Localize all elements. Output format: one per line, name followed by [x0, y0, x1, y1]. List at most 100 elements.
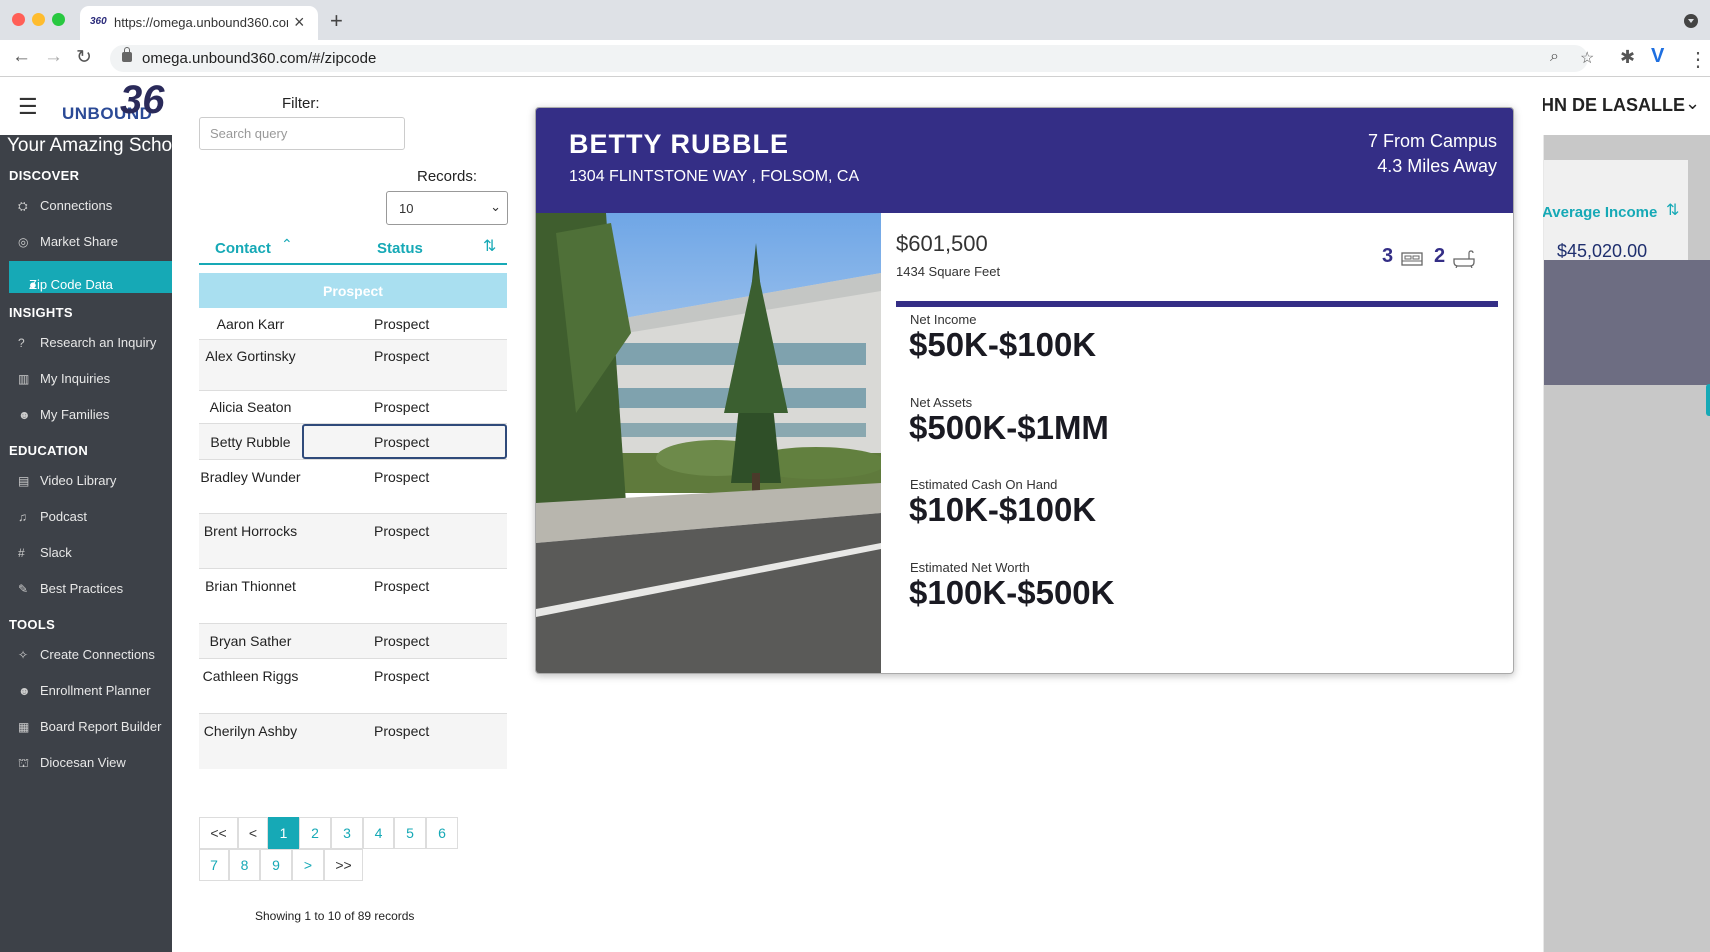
sidebar-item-label: Slack — [40, 545, 72, 560]
address-bar[interactable]: omega.unbound360.com/#/zipcode ⌕ ☆ — [110, 45, 1594, 72]
sidebar-item-my-families[interactable]: ☻ My Families — [18, 407, 109, 422]
window-close-button[interactable] — [12, 13, 25, 26]
contact-name: Betty Rubble — [210, 434, 291, 450]
net-assets-value: $500K-$1MM — [909, 409, 1109, 446]
pagination-page-9[interactable]: 9 — [260, 849, 292, 881]
search-input[interactable] — [199, 117, 405, 150]
property-photo — [536, 213, 881, 673]
contact-name: Cathleen Riggs — [202, 668, 299, 684]
magic-icon: ✧ — [18, 648, 29, 662]
column-header-status[interactable]: Status — [377, 240, 423, 257]
table-row[interactable]: Cathleen Riggs Prospect — [199, 659, 507, 714]
table-row[interactable]: Bryan Sather Prospect — [199, 624, 507, 659]
new-tab-icon[interactable]: + — [330, 8, 343, 34]
records-per-page-select[interactable]: 10 ⌄ — [386, 191, 508, 225]
headphones-icon: ♫ — [18, 510, 27, 524]
sidebar-item-label: Create Connections — [40, 647, 155, 662]
sidebar-item-zip-code-data[interactable]: ● Zip Code Data — [9, 261, 172, 293]
back-arrow-icon[interactable]: ← — [12, 46, 31, 68]
browser-menu-icon[interactable]: ⋮ — [1688, 47, 1708, 72]
pagination-page-4[interactable]: 4 — [363, 817, 394, 849]
bookmark-star-icon[interactable]: ☆ — [1580, 48, 1594, 68]
table-row[interactable]: Bradley Wunder Prospect — [199, 460, 507, 514]
sidebar-item-market-share[interactable]: ◎ Market Share — [18, 234, 118, 249]
tab-title: https://omega.unbound360.com — [114, 15, 288, 30]
side-drawer-tab[interactable] — [1706, 384, 1710, 416]
average-income-header[interactable]: Average Income — [1542, 204, 1657, 221]
window-minimize-button[interactable] — [32, 13, 45, 26]
pagination-page-7[interactable]: 7 — [199, 849, 229, 881]
pagination-page-2[interactable]: 2 — [299, 817, 331, 849]
url-text: omega.unbound360.com/#/zipcode — [142, 50, 377, 67]
sidebar-item-enrollment-planner[interactable]: ☻ Enrollment Planner — [18, 683, 151, 698]
window-maximize-button[interactable] — [52, 13, 65, 26]
school-name: Your Amazing School — [7, 135, 187, 156]
table-row-selected[interactable]: Betty Rubble Prospect — [199, 424, 507, 460]
sidebar-item-board-report-builder[interactable]: ▦ Board Report Builder — [18, 719, 161, 734]
contact-status: Prospect — [374, 469, 430, 485]
chevron-down-icon[interactable]: ⌄ — [1685, 93, 1700, 114]
net-income-value: $50K-$100K — [909, 326, 1097, 363]
forward-arrow-icon[interactable]: → — [44, 46, 63, 68]
table-row[interactable]: Alicia Seaton Prospect — [199, 391, 507, 424]
sort-ascending-icon[interactable]: ⌃ — [281, 236, 293, 253]
contact-status: Prospect — [374, 668, 430, 684]
sidebar-item-podcast[interactable]: ♫ Podcast — [18, 509, 87, 524]
table-row[interactable]: Aaron Karr Prospect — [199, 308, 507, 340]
pagination-page-1[interactable]: 1 — [268, 817, 299, 849]
question-icon: ? — [18, 336, 25, 350]
pagination-page-5[interactable]: 5 — [394, 817, 426, 849]
sort-icon[interactable]: ⇅ — [1666, 200, 1679, 220]
sidebar-item-best-practices[interactable]: ✎ Best Practices — [18, 581, 123, 596]
tab-search-icon[interactable] — [1684, 14, 1698, 28]
net-worth-label: Estimated Net Worth — [910, 560, 1030, 575]
slack-icon: # — [18, 546, 25, 560]
sidebar-item-connections[interactable]: ⛭ Connections — [18, 198, 112, 214]
sidebar-item-label: Video Library — [40, 473, 117, 488]
filter-label: Filter: — [282, 95, 320, 112]
pagination-page-6[interactable]: 6 — [426, 817, 458, 849]
user-name[interactable]: HN DE LASALLE — [1541, 95, 1685, 116]
sidebar-item-diocesan-view[interactable]: ⛫ Diocesan View — [18, 755, 126, 772]
column-header-contact[interactable]: Contact — [215, 240, 271, 257]
contact-name: Alicia Seaton — [209, 399, 292, 415]
reload-icon[interactable]: ↻ — [76, 46, 92, 69]
pagination-next-button[interactable]: > — [292, 849, 324, 881]
net-worth-value: $100K-$500K — [909, 574, 1115, 611]
pagination-last-button[interactable]: >> — [324, 849, 363, 881]
contact-name-title: BETTY RUBBLE — [569, 129, 790, 159]
campus-distance-line2: 4.3 Miles Away — [1377, 156, 1497, 176]
zipcode-modal: Filter: Records: 10 ⌄ Contact ⌃ Status ⇅… — [172, 77, 1543, 952]
bedroom-count: 3 — [1382, 245, 1394, 267]
sort-icon[interactable]: ⇅ — [483, 236, 496, 256]
sidebar-item-slack[interactable]: # Slack — [18, 545, 72, 560]
sidebar-item-research-inquiry[interactable]: ? Research an Inquiry — [18, 335, 156, 350]
sidebar-item-video-library[interactable]: ▤ Video Library — [18, 473, 116, 488]
sidebar-item-create-connections[interactable]: ✧ Create Connections — [18, 647, 155, 662]
users-icon: ☻ — [18, 408, 31, 422]
table-row[interactable]: Brent Horrocks Prospect — [199, 514, 507, 569]
sidebar-item-label: Research an Inquiry — [40, 335, 157, 350]
pagination-prev-button[interactable]: < — [238, 817, 268, 849]
browser-tab[interactable]: 360 https://omega.unbound360.com × — [80, 6, 318, 40]
contact-name: Cherilyn Ashby — [203, 723, 298, 739]
table-row[interactable]: Cherilyn Ashby Prospect — [199, 714, 507, 769]
sidebar-section-education: EDUCATION — [9, 443, 89, 458]
zoom-icon[interactable]: ⌕ — [1550, 48, 1559, 66]
close-tab-icon[interactable]: × — [294, 12, 305, 33]
banner-image — [1544, 260, 1710, 385]
sidebar-item-label: My Families — [40, 407, 110, 422]
sidebar-section-discover: DISCOVER — [9, 168, 80, 183]
pagination-page-8[interactable]: 8 — [229, 849, 260, 881]
sidebar-item-my-inquiries[interactable]: ▥ My Inquiries — [18, 371, 110, 386]
contact-status: Prospect — [374, 316, 430, 332]
hamburger-menu-icon[interactable]: ☰ — [18, 94, 38, 120]
table-row[interactable]: Brian Thionnet Prospect — [199, 569, 507, 624]
vpn-extension-icon[interactable]: V — [1651, 45, 1664, 68]
extensions-icon[interactable]: ✱ — [1620, 47, 1635, 68]
pagination-first-button[interactable]: << — [199, 817, 238, 849]
cash-on-hand-label: Estimated Cash On Hand — [910, 477, 1058, 492]
bathtub-icon — [1453, 250, 1475, 268]
table-row[interactable]: Alex Gortinsky Prospect — [199, 340, 507, 391]
pagination-page-3[interactable]: 3 — [331, 817, 363, 849]
